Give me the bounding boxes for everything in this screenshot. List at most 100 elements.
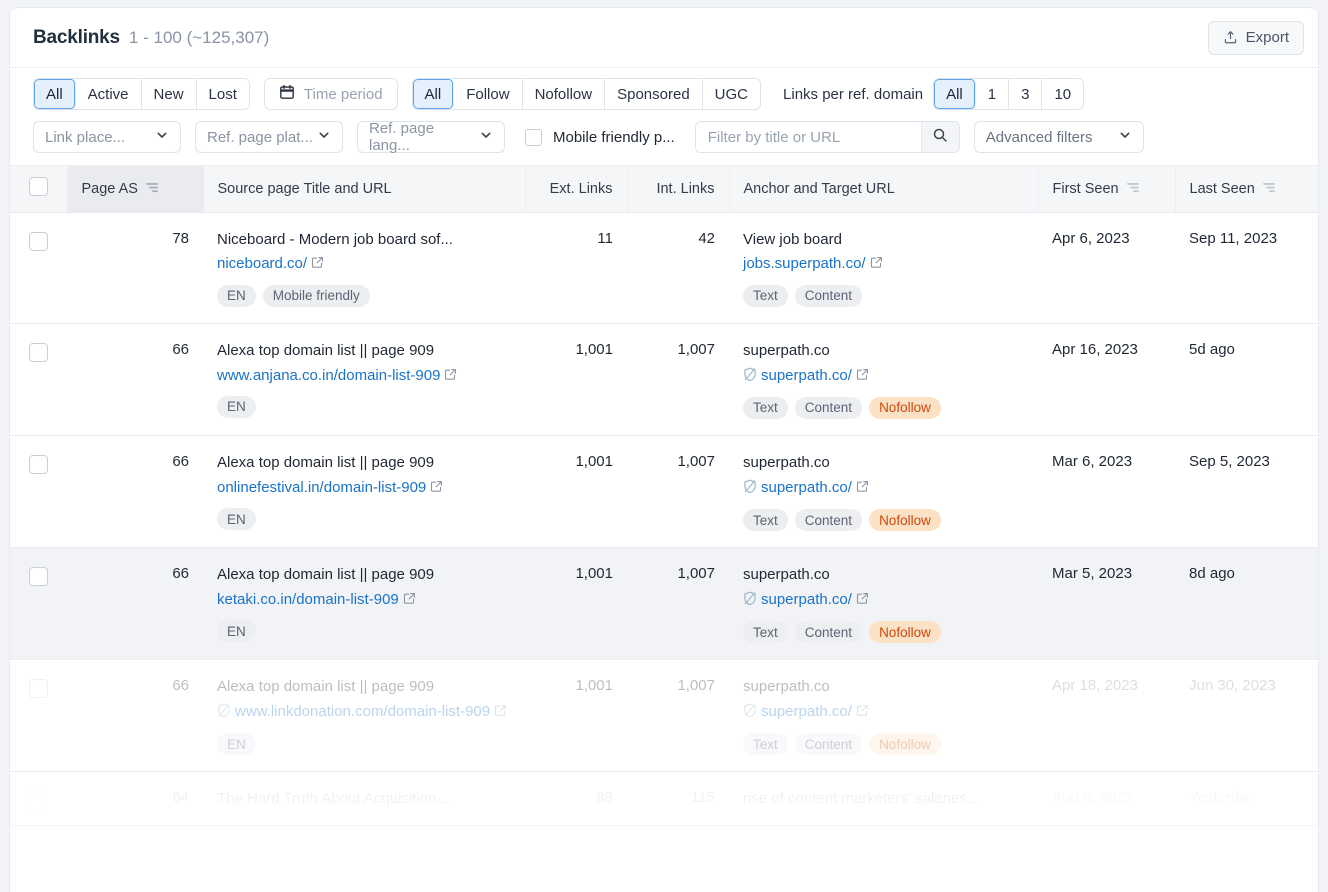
status-option-lost[interactable]: Lost [197, 79, 249, 109]
cell-anchor-target: rise of content marketers' salaries... [729, 772, 1038, 826]
status-option-all[interactable]: All [34, 79, 76, 109]
cell-page-as: 78 [67, 212, 203, 323]
tag-en: EN [217, 508, 256, 530]
ref-page-language-dropdown[interactable]: Ref. page lang... [357, 121, 505, 153]
target-url[interactable]: superpath.co/ [761, 479, 852, 496]
lpd-option-10[interactable]: 10 [1042, 79, 1083, 109]
row-checkbox[interactable] [29, 455, 48, 474]
cell-last-seen: 5d ago [1175, 323, 1318, 435]
row-select-cell[interactable] [10, 660, 67, 772]
row-checkbox[interactable] [29, 679, 48, 698]
tag-list: EN [217, 508, 511, 530]
search-button[interactable] [921, 122, 959, 152]
table-row[interactable]: 66 Alexa top domain list || page 909 www… [10, 323, 1318, 435]
cell-last-seen: Yesterday [1175, 772, 1318, 826]
source-page-title: The Hard Truth About Acquisition ... [217, 789, 511, 809]
cell-int-links: 42 [627, 212, 729, 323]
lpd-option-3[interactable]: 3 [1009, 79, 1042, 109]
source-page-url[interactable]: onlinefestival.in/domain-list-909 [217, 479, 426, 496]
table-row[interactable]: 66 Alexa top domain list || page 909 www… [10, 660, 1318, 772]
links-per-domain-segment[interactable]: All 1 3 10 [933, 78, 1084, 110]
backlinks-panel: Backlinks 1 - 100 (~125,307) Export All [9, 7, 1319, 892]
mobile-friendly-filter[interactable]: Mobile friendly p... [525, 129, 675, 146]
time-period-button[interactable]: Time period [264, 78, 398, 110]
lpd-option-1[interactable]: 1 [976, 79, 1009, 109]
row-select-cell[interactable] [10, 548, 67, 660]
linktype-option-nofollow[interactable]: Nofollow [523, 79, 606, 109]
source-page-url[interactable]: www.anjana.co.in/domain-list-909 [217, 367, 440, 384]
link-type-segment[interactable]: All Follow Nofollow Sponsored UGC [412, 78, 761, 110]
col-label-ext-links: Ext. Links [550, 181, 613, 197]
cell-source-page: Alexa top domain list || page 909 online… [203, 435, 525, 547]
export-button[interactable]: Export [1208, 21, 1304, 55]
target-url[interactable]: jobs.superpath.co/ [743, 255, 866, 272]
external-link-icon[interactable] [856, 367, 869, 387]
col-label-anchor: Anchor and Target URL [744, 181, 895, 197]
external-link-icon[interactable] [856, 591, 869, 611]
lpd-option-all[interactable]: All [934, 79, 976, 109]
search-input[interactable] [696, 122, 921, 152]
col-header-int-links: Int. Links [627, 166, 729, 212]
table-row[interactable]: 64 The Hard Truth About Acquisition ... … [10, 772, 1318, 826]
external-link-icon[interactable] [856, 479, 869, 499]
source-page-url-line: ketaki.co.in/domain-list-909 [217, 590, 511, 611]
table-header-row: Page AS Source page Title and UR [10, 166, 1318, 212]
source-page-url-line: www.anjana.co.in/domain-list-909 [217, 366, 511, 387]
select-all-header[interactable] [10, 166, 67, 212]
col-header-anchor: Anchor and Target URL [729, 166, 1038, 212]
cell-ext-links: 11 [525, 212, 627, 323]
target-url[interactable]: superpath.co/ [761, 367, 852, 384]
col-header-page-as[interactable]: Page AS [67, 166, 203, 212]
linktype-option-ugc[interactable]: UGC [703, 79, 760, 109]
status-option-active[interactable]: Active [76, 79, 142, 109]
row-select-cell[interactable] [10, 772, 67, 826]
col-header-last-seen[interactable]: Last Seen [1175, 166, 1318, 212]
external-link-icon[interactable] [311, 255, 324, 275]
sort-icon[interactable] [1262, 181, 1276, 197]
status-option-new[interactable]: New [142, 79, 197, 109]
sort-icon[interactable] [145, 181, 159, 197]
col-header-first-seen[interactable]: First Seen [1038, 166, 1175, 212]
backlinks-table: Page AS Source page Title and UR [10, 166, 1318, 826]
external-link-icon[interactable] [870, 255, 883, 275]
target-url[interactable]: superpath.co/ [761, 591, 852, 608]
status-segment[interactable]: All Active New Lost [33, 78, 250, 110]
target-url[interactable]: superpath.co/ [761, 703, 852, 720]
tag-content: Content [795, 733, 862, 755]
table-row[interactable]: 66 Alexa top domain list || page 909 onl… [10, 435, 1318, 547]
row-select-cell[interactable] [10, 435, 67, 547]
linktype-option-follow[interactable]: Follow [454, 79, 522, 109]
anchor-text: superpath.co [743, 341, 1024, 361]
cell-source-page: The Hard Truth About Acquisition ... [203, 772, 525, 826]
row-select-cell[interactable] [10, 323, 67, 435]
source-page-url[interactable]: www.linkdonation.com/domain-list-909 [235, 703, 490, 720]
row-select-cell[interactable] [10, 212, 67, 323]
cell-page-as: 64 [67, 772, 203, 826]
source-page-url[interactable]: ketaki.co.in/domain-list-909 [217, 591, 399, 608]
row-checkbox[interactable] [29, 232, 48, 251]
external-link-icon[interactable] [856, 703, 869, 723]
tag-text: Text [743, 397, 788, 419]
external-link-icon[interactable] [403, 591, 416, 611]
external-link-icon[interactable] [444, 367, 457, 387]
anchor-text: rise of content marketers' salaries... [743, 789, 1024, 809]
mobile-friendly-checkbox[interactable] [525, 129, 542, 146]
sort-icon[interactable] [1126, 181, 1140, 197]
external-link-icon[interactable] [430, 479, 443, 499]
row-checkbox[interactable] [29, 791, 48, 810]
external-link-icon[interactable] [494, 703, 507, 723]
table-row[interactable]: 66 Alexa top domain list || page 909 ket… [10, 548, 1318, 660]
row-checkbox[interactable] [29, 567, 48, 586]
table-row[interactable]: 78 Niceboard - Modern job board sof... n… [10, 212, 1318, 323]
source-page-url-line: onlinefestival.in/domain-list-909 [217, 478, 511, 499]
source-page-url[interactable]: niceboard.co/ [217, 255, 307, 272]
row-checkbox[interactable] [29, 343, 48, 362]
ref-page-platform-dropdown[interactable]: Ref. page plat... [195, 121, 343, 153]
select-all-checkbox[interactable] [29, 177, 48, 196]
linktype-option-sponsored[interactable]: Sponsored [605, 79, 703, 109]
filter-search[interactable] [695, 121, 960, 153]
link-placement-dropdown[interactable]: Link place... [33, 121, 181, 153]
linktype-option-all[interactable]: All [413, 79, 455, 109]
anchor-text: superpath.co [743, 453, 1024, 473]
advanced-filters-dropdown[interactable]: Advanced filters [974, 121, 1144, 153]
